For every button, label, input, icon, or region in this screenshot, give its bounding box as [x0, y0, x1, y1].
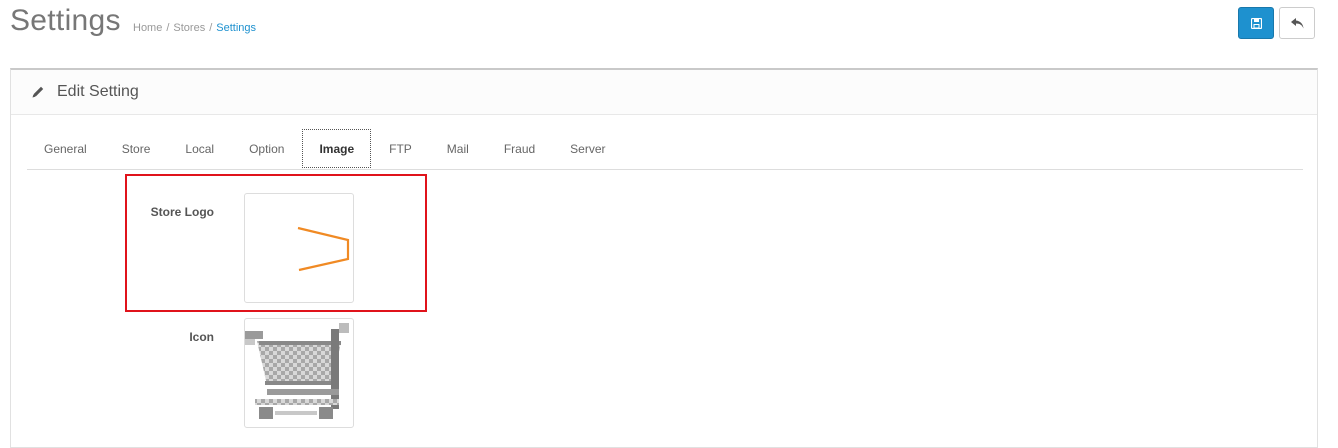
cart-icon [245, 323, 349, 419]
tab-mail[interactable]: Mail [430, 129, 486, 167]
reply-icon [1290, 17, 1303, 28]
settings-tabs: General Store Local Option Image FTP Mai… [27, 129, 1303, 170]
icon-label: Icon [189, 330, 214, 344]
tab-fraud[interactable]: Fraud [487, 129, 552, 167]
breadcrumb-home[interactable]: Home [133, 22, 162, 34]
store-logo-highlight [125, 174, 427, 312]
tab-option[interactable]: Option [232, 129, 301, 167]
tab-store[interactable]: Store [105, 129, 168, 167]
breadcrumb-settings[interactable]: Settings [216, 22, 256, 34]
save-button[interactable] [1238, 7, 1274, 39]
tab-image[interactable]: Image [302, 129, 372, 168]
tab-general[interactable]: General [27, 129, 104, 167]
save-icon [1250, 17, 1262, 29]
icon-thumbnail[interactable] [244, 318, 354, 428]
page-title: Settings [10, 4, 121, 37]
tab-server[interactable]: Server [553, 129, 622, 167]
panel-heading: Edit Setting [11, 70, 1317, 115]
breadcrumb: Home / Stores / Settings [133, 22, 256, 34]
back-button[interactable] [1279, 7, 1315, 39]
tab-ftp[interactable]: FTP [372, 129, 429, 167]
pencil-icon [32, 86, 44, 98]
tab-local[interactable]: Local [168, 129, 231, 167]
breadcrumb-separator: / [166, 22, 170, 34]
breadcrumb-separator: / [209, 22, 213, 34]
panel-title: Edit Setting [57, 83, 139, 100]
breadcrumb-stores[interactable]: Stores [173, 22, 205, 34]
